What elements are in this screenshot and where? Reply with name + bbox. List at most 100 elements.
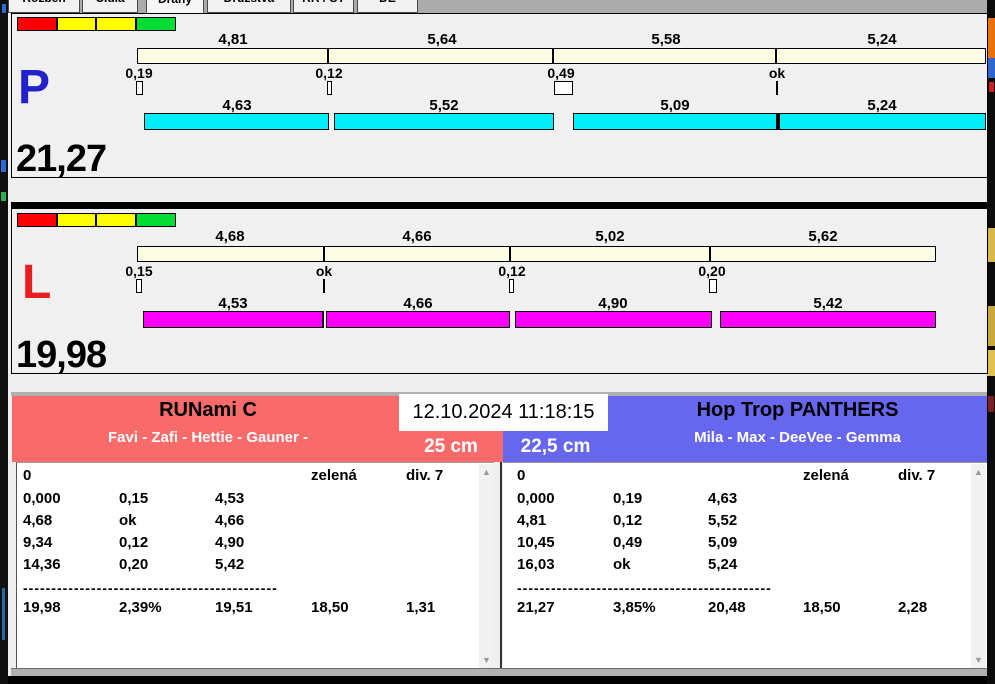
cell: 0,000 <box>23 490 61 507</box>
run-time: 5,09 <box>660 97 690 114</box>
changeover-time: ok <box>768 65 786 81</box>
split-bar <box>137 48 986 64</box>
run-time: 4,90 <box>598 295 628 312</box>
list-row[interactable]: 10,45 0,49 5,09 <box>503 534 969 556</box>
scrollbar-right[interactable]: ▲ ▼ <box>971 464 986 668</box>
tab-rozbeh[interactable]: Rozběh <box>8 0 80 13</box>
results-list-left[interactable]: 0 zelená div. 7 0,000 0,15 4,53 4,68 ok … <box>16 462 494 668</box>
cell: 5,42 <box>215 556 245 573</box>
jump-height-right: 22,5 cm <box>520 436 591 457</box>
split-divider <box>552 49 554 63</box>
lane-letter-p: P <box>18 61 51 114</box>
team-left-name: RUNami C <box>159 399 257 421</box>
tab-rr-st[interactable]: RR / ST <box>293 0 354 13</box>
card-status: zelená <box>311 467 357 484</box>
separator-dashes: ----------------------------------------… <box>517 580 772 596</box>
list-row[interactable]: 4,81 0,12 5,52 <box>503 512 969 534</box>
run-time: 5,42 <box>813 295 843 312</box>
totals-row[interactable]: 21,27 3,85% 20,48 18,50 2,28 <box>503 599 969 621</box>
run-bar-divider <box>322 311 324 328</box>
split-time: 5,64 <box>427 31 457 48</box>
changeover-gap-box <box>509 279 514 293</box>
scroll-down-icon[interactable]: ▼ <box>971 652 986 668</box>
split-time: 5,02 <box>595 228 625 245</box>
run-bar-dog2 <box>326 311 510 328</box>
tab-druzstva[interactable]: Družstva <box>207 0 291 13</box>
run-time: 5,24 <box>867 97 897 114</box>
start-light-red <box>17 213 57 227</box>
tab-bar: Rozběh Čidla Dráhy Družstva RR / ST DE <box>8 0 987 13</box>
tab-label: Čidla <box>95 0 124 5</box>
run-time: 4,53 <box>218 295 248 312</box>
split-divider <box>323 247 325 261</box>
total-time: 21,27 <box>517 599 555 616</box>
scroll-up-icon[interactable]: ▲ <box>479 464 494 480</box>
cell: 16,03 <box>517 556 555 573</box>
tab-cidla[interactable]: Čidla <box>82 0 138 13</box>
changeover-gap-box <box>136 279 142 293</box>
changeover-gap-box <box>136 81 143 95</box>
left-edge-speck-green <box>1 192 6 201</box>
changeover-time: 0,20 <box>698 263 726 279</box>
team-right-dogs: Mila - Max - DeeVee - Gemma <box>694 429 901 446</box>
changeover-gap-box <box>709 279 717 293</box>
split-time: 4,81 <box>218 31 248 48</box>
cell: 4,68 <box>23 512 53 529</box>
scrollbar-left[interactable]: ▲ ▼ <box>479 464 494 668</box>
right-edge-block-yellow1 <box>987 228 995 262</box>
run-time: 4,63 <box>222 97 252 114</box>
list-row[interactable]: 9,34 0,12 4,90 <box>17 534 476 556</box>
start-light-yellow1 <box>57 213 96 227</box>
run-bar-divider <box>777 113 779 130</box>
tab-label: RR / ST <box>302 0 345 5</box>
run-time: 4,66 <box>403 295 433 312</box>
run-number: 0 <box>23 467 32 484</box>
list-row[interactable]: 0 zelená div. 7 <box>17 467 476 489</box>
cell: 4,66 <box>215 512 245 529</box>
cell: 0,12 <box>613 512 643 529</box>
start-light-yellow1 <box>57 17 96 31</box>
scroll-up-icon[interactable]: ▲ <box>971 464 986 480</box>
tab-de[interactable]: DE <box>357 0 418 13</box>
start-light-green <box>136 17 176 31</box>
split-divider <box>327 49 329 63</box>
cell: 0,12 <box>119 534 149 551</box>
left-edge-speck-blue2 <box>1 160 6 172</box>
split-time: 5,24 <box>867 31 897 48</box>
total-diff: 2,28 <box>898 599 928 616</box>
list-row[interactable]: 0 zelená div. 7 <box>503 467 969 489</box>
tab-label: Dráhy <box>158 0 192 6</box>
total-diff: 1,31 <box>406 599 436 616</box>
total-reference: 18,50 <box>803 599 841 616</box>
run-number: 0 <box>517 467 526 484</box>
run-bar-dog1 <box>144 113 329 130</box>
scroll-down-icon[interactable]: ▼ <box>479 652 494 668</box>
right-edge-block-yellow3 <box>987 350 995 376</box>
totals-row[interactable]: 19,98 2,39% 19,51 18,50 1,31 <box>17 599 476 621</box>
right-edge-block-yellow2 <box>987 306 995 346</box>
cell: 0,15 <box>119 490 149 507</box>
lane-total-time: 19,98 <box>16 334 107 376</box>
changeover-gap-box <box>327 81 332 95</box>
run-bar-dog2 <box>334 113 554 130</box>
list-row[interactable]: 16,03 ok 5,24 <box>503 556 969 578</box>
changeover-time: 0,12 <box>498 263 526 279</box>
changeover-time: 0,19 <box>125 65 153 81</box>
tab-drahy[interactable]: Dráhy <box>146 0 204 13</box>
total-reference: 18,50 <box>311 599 349 616</box>
tab-label: Družstva <box>224 0 275 5</box>
list-row[interactable]: 0,000 0,19 4,63 <box>503 490 969 512</box>
run-bar-dog3 <box>573 113 777 130</box>
lane-panel-l: 4,68 4,66 5,02 5,62 0,15 ok 0,12 0,20 4,… <box>11 208 988 376</box>
list-row[interactable]: 14,36 0,20 5,42 <box>17 556 476 578</box>
list-row[interactable]: 0,000 0,15 4,53 <box>17 490 476 512</box>
results-list-right[interactable]: 0 zelená div. 7 0,000 0,19 4,63 4,81 0,1… <box>503 462 987 668</box>
right-edge-logo-blue <box>987 58 995 78</box>
right-edge-speck-red <box>989 82 994 92</box>
jump-height-left: 25 cm <box>424 436 478 457</box>
team-right-name: Hop Trop PANTHERS <box>696 399 899 421</box>
left-edge-speck-teal <box>2 588 5 640</box>
lane-panel-p: 4,81 5,64 5,58 5,24 0,19 0,12 0,49 ok 4,… <box>11 13 988 180</box>
list-row[interactable]: 4,68 ok 4,66 <box>17 512 476 534</box>
desktop-left-edge <box>0 0 8 684</box>
